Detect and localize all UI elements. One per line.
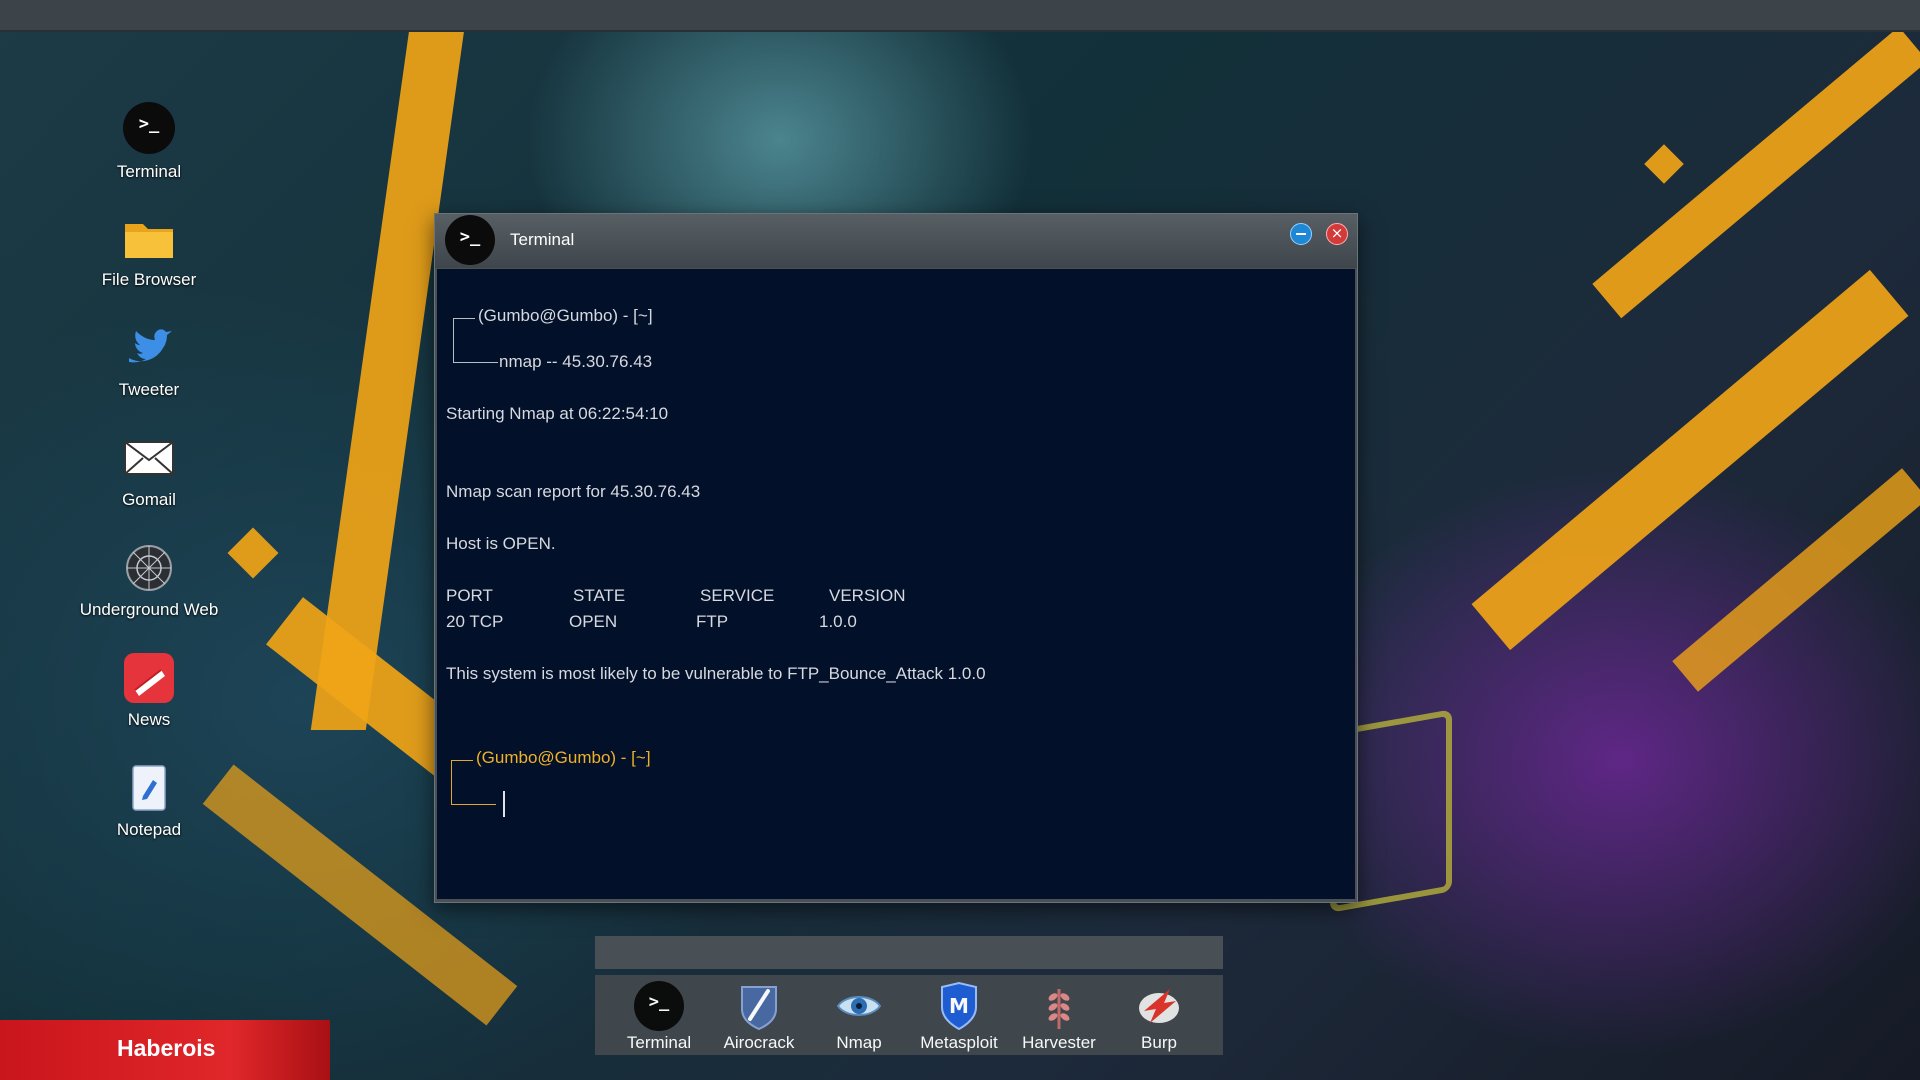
table-cell-state: OPEN [569, 612, 618, 631]
dock-item-harvester[interactable]: Harvester [1009, 981, 1109, 1053]
dock-item-metasploit[interactable]: M Metasploit [909, 981, 1009, 1053]
desktop-icon-news[interactable]: News [74, 650, 224, 730]
table-cell-port: 20 TCP [446, 612, 504, 631]
window-title: Terminal [510, 230, 575, 249]
table-header-version: VERSION [829, 586, 906, 605]
username-label: Haberois [117, 1035, 216, 1061]
table-header-state: STATE [573, 586, 626, 605]
table-header-service: SERVICE [700, 586, 775, 605]
desktop-icon-gomail[interactable]: Gomail [74, 430, 224, 510]
terminal-icon: >_ [121, 102, 177, 158]
web-icon [121, 540, 177, 596]
notepad-icon [121, 760, 177, 816]
prompt-text: (Gumbo@Gumbo) - [~] [478, 306, 653, 325]
terminal-icon: >_ [445, 215, 495, 265]
desktop-icon-label: Gomail [122, 490, 176, 509]
dock-item-nmap[interactable]: Nmap [809, 981, 909, 1053]
dock: >_ Terminal Airocrack Nmap M Metasploit … [595, 975, 1223, 1055]
desktop-icon-label: Notepad [116, 820, 182, 839]
table-cell-service: FTP [696, 612, 729, 631]
dock-item-label: Airocrack [723, 1033, 795, 1052]
command-text: nmap -- 45.30.76.43 [499, 352, 653, 371]
dock-item-label: Burp [1141, 1033, 1177, 1052]
svg-text:M: M [949, 994, 969, 1018]
dock-item-label: Nmap [836, 1033, 882, 1052]
minimize-button[interactable] [1290, 223, 1312, 245]
output-line: Starting Nmap at 06:22:54:10 [446, 404, 669, 423]
dock-item-burp[interactable]: Burp [1109, 981, 1209, 1053]
table-header-port: PORT [446, 586, 493, 605]
terminal-icon: >_ [634, 981, 684, 1031]
desktop-icon-underground-web[interactable]: Underground Web [74, 540, 224, 620]
user-badge[interactable]: Haberois [0, 1020, 330, 1080]
news-icon [121, 650, 177, 706]
dock-item-label: Metasploit [920, 1033, 998, 1052]
dock-item-airocrack[interactable]: Airocrack [709, 981, 809, 1053]
dock-item-label: Harvester [1022, 1033, 1096, 1052]
burp-icon [1134, 981, 1184, 1031]
desktop-icon-notepad[interactable]: Notepad [74, 760, 224, 840]
folder-icon [121, 210, 177, 266]
dock-item-terminal[interactable]: >_ Terminal [609, 981, 709, 1053]
bird-icon [121, 320, 177, 376]
desktop-icon-label: File Browser [101, 270, 197, 289]
desktop-icon-label: Tweeter [118, 380, 180, 399]
top-panel [0, 0, 1920, 32]
output-line: Nmap scan report for 45.30.76.43 [446, 482, 701, 501]
envelope-icon [121, 430, 177, 486]
desktop-icon-label: Underground Web [79, 600, 219, 619]
wheat-icon [1034, 981, 1084, 1031]
close-button[interactable]: × [1326, 223, 1348, 245]
eye-icon [834, 981, 884, 1031]
terminal-output[interactable]: (Gumbo@Gumbo) - [~] nmap -- 45.30.76.43 … [437, 269, 1355, 899]
m-shield-icon: M [934, 981, 984, 1031]
text-cursor [503, 791, 505, 817]
prompt-text: (Gumbo@Gumbo) - [~] [476, 748, 651, 767]
desktop-icon-terminal[interactable]: >_ Terminal [74, 100, 224, 182]
output-line: This system is most likely to be vulnera… [446, 664, 986, 683]
table-cell-version: 1.0.0 [819, 612, 857, 631]
terminal-window[interactable]: >_ Terminal × (Gumbo@Gumbo) - [~] nmap -… [434, 213, 1358, 903]
output-line: Host is OPEN. [446, 534, 556, 553]
desktop-icon-file-browser[interactable]: File Browser [74, 210, 224, 290]
feather-shield-icon [734, 981, 784, 1031]
desktop-icon-tweeter[interactable]: Tweeter [74, 320, 224, 400]
window-titlebar[interactable]: >_ Terminal × [435, 214, 1357, 268]
desktop-icon-label: Terminal [116, 162, 182, 181]
dock-header [595, 936, 1223, 969]
desktop-icon-label: News [127, 710, 171, 729]
dock-item-label: Terminal [626, 1033, 692, 1052]
